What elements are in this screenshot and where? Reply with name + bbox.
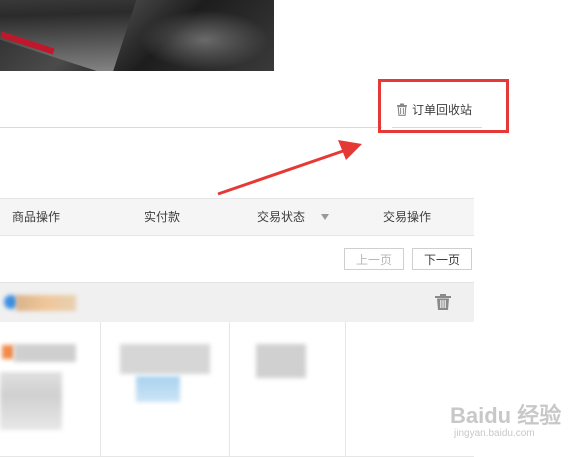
column-divider (100, 322, 101, 457)
shop-name-redacted (16, 295, 76, 311)
watermark-domain: jingyan.baidu.com (454, 428, 535, 439)
order-recycle-bin-link[interactable]: 订单回收站 (396, 100, 472, 118)
product-detail-redacted (0, 372, 62, 430)
order-body (0, 322, 474, 457)
banner-smoke (140, 10, 270, 70)
product-info-redacted (14, 344, 76, 362)
column-paid-amount: 实付款 (144, 210, 181, 224)
caret-down-icon (321, 214, 330, 220)
delete-order-trash-icon[interactable] (434, 294, 452, 310)
trash-icon (397, 103, 407, 116)
column-product-ops: 商品操作 (12, 210, 61, 224)
trade-status-label: 交易状态 (257, 210, 306, 224)
column-divider (345, 322, 346, 457)
order-header-row (0, 282, 474, 322)
product-banner-image (0, 0, 274, 71)
order-table-header: 商品操作 实付款 交易状态 交易操作 (0, 198, 474, 236)
prev-page-button[interactable]: 上一页 (344, 248, 404, 270)
trade-status-redacted (256, 344, 306, 378)
divider-line (392, 127, 482, 128)
column-trade-status[interactable]: 交易状态 (257, 199, 330, 235)
divider-line (0, 127, 382, 128)
laptop-image (0, 0, 142, 71)
paid-amount-tag-redacted (136, 376, 180, 402)
recycle-bin-label: 订单回收站 (412, 102, 473, 117)
product-thumbnail-redacted (2, 345, 14, 359)
paid-amount-redacted (120, 344, 210, 374)
baidu-watermark: Baidu 经验 (450, 403, 562, 428)
next-page-button[interactable]: 下一页 (412, 248, 472, 270)
column-trade-actions: 交易操作 (383, 210, 432, 224)
column-divider (229, 322, 230, 457)
